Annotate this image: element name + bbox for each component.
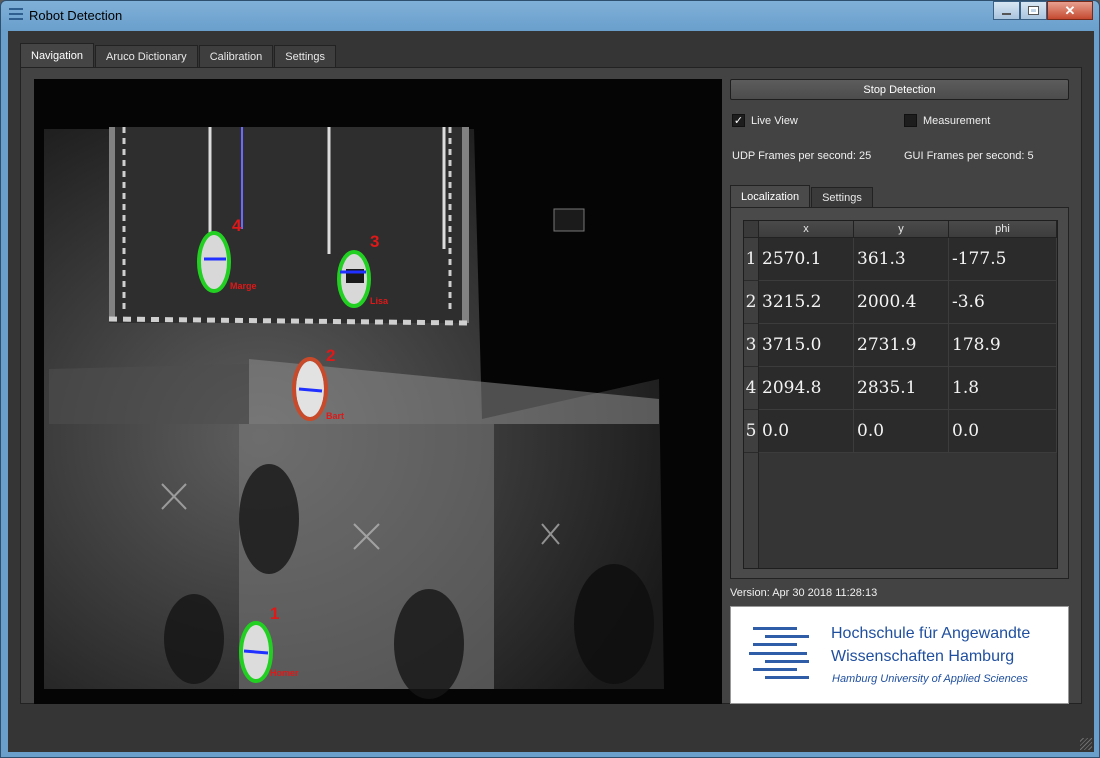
gui-fps-text: GUI Frames per second: 5 [904, 150, 1034, 162]
table-body: 1 2570.1 361.3 -177.5 2 3215.2 2000.4 -3… [744, 238, 1057, 453]
minimize-button[interactable] [993, 1, 1020, 20]
table-header: x y phi [744, 221, 1057, 238]
cell-x[interactable]: 0.0 [759, 410, 854, 453]
maximize-icon [1028, 6, 1039, 15]
tab-sub-settings[interactable]: Settings [811, 187, 873, 207]
row-header[interactable]: 4 [744, 367, 759, 410]
robot-1-name: Homer [270, 668, 299, 678]
cell-y[interactable]: 2731.9 [854, 324, 949, 367]
tab-calibration[interactable]: Calibration [198, 45, 274, 67]
robot-4-name: Marge [230, 281, 257, 291]
haw-logo-icon [749, 627, 811, 685]
logo-line-1: Hochschule für Angewandte [831, 625, 1031, 642]
cell-phi[interactable]: 0.0 [949, 410, 1057, 453]
resize-grip[interactable] [1080, 738, 1092, 750]
column-header-phi[interactable]: phi [949, 221, 1057, 238]
tab-aruco-dictionary[interactable]: Aruco Dictionary [94, 45, 198, 67]
table-row[interactable]: 3 3715.0 2731.9 178.9 [744, 324, 1057, 367]
cell-x[interactable]: 3715.0 [759, 324, 854, 367]
robot-1-number: 1 [270, 604, 279, 623]
logo-line-3: Hamburg University of Applied Sciences [832, 673, 1028, 685]
camera-image: 4 Marge 3 Lisa 2 Bart 1 Homer [34, 79, 722, 704]
cell-phi[interactable]: -3.6 [949, 281, 1057, 324]
row-header[interactable]: 1 [744, 238, 759, 281]
measurement-checkbox[interactable]: Measurement [904, 114, 990, 127]
version-text: Version: Apr 30 2018 11:28:13 [730, 587, 878, 599]
localization-tabs: Localization Settings [730, 185, 874, 207]
localization-pane: x y phi 1 2570.1 361.3 -177.5 2 3215.2 2… [730, 207, 1069, 579]
robot-4-number: 4 [232, 216, 242, 235]
udp-fps-text: UDP Frames per second: 25 [732, 150, 872, 162]
close-icon: ✕ [1064, 2, 1076, 18]
cell-phi[interactable]: 1.8 [949, 367, 1057, 410]
maximize-button[interactable] [1020, 1, 1047, 20]
measurement-box[interactable] [904, 114, 917, 127]
row-header[interactable]: 5 [744, 410, 759, 453]
client-area: Navigation Aruco Dictionary Calibration … [8, 31, 1094, 752]
app-menu-icon[interactable] [9, 8, 23, 24]
cell-y[interactable]: 0.0 [854, 410, 949, 453]
table-row[interactable]: 5 0.0 0.0 0.0 [744, 410, 1057, 453]
title-bar[interactable]: Robot Detection ✕ [1, 1, 1099, 31]
navigation-pane: 4 Marge 3 Lisa 2 Bart 1 Homer Stop Detec… [20, 67, 1082, 704]
cell-x[interactable]: 2094.8 [759, 367, 854, 410]
live-view-checkbox[interactable]: ✓ Live View [732, 114, 798, 127]
table-row[interactable]: 4 2094.8 2835.1 1.8 [744, 367, 1057, 410]
minimize-icon [1002, 12, 1011, 15]
checkmark-icon[interactable]: ✓ [732, 114, 745, 127]
cell-y[interactable]: 2835.1 [854, 367, 949, 410]
column-header-y[interactable]: y [854, 221, 949, 238]
cell-phi[interactable]: -177.5 [949, 238, 1057, 281]
logo-line-2: Wissenschaften Hamburg [831, 648, 1015, 665]
robot-2-number: 2 [326, 346, 335, 365]
row-header-filler [744, 453, 759, 568]
measurement-label: Measurement [923, 114, 991, 127]
close-button[interactable]: ✕ [1047, 1, 1093, 20]
table-row[interactable]: 2 3215.2 2000.4 -3.6 [744, 281, 1057, 324]
university-logo: Hochschule für Angewandte Wissenschaften… [730, 606, 1069, 704]
app-window: Robot Detection ✕ Navigation Aruco Dicti… [0, 0, 1100, 758]
camera-view[interactable]: 4 Marge 3 Lisa 2 Bart 1 Homer [34, 79, 722, 704]
main-tabs: Navigation Aruco Dictionary Calibration … [20, 43, 337, 67]
cell-x[interactable]: 3215.2 [759, 281, 854, 324]
cell-y[interactable]: 361.3 [854, 238, 949, 281]
robot-3-name: Lisa [370, 296, 389, 306]
live-view-label: Live View [751, 114, 798, 127]
window-title: Robot Detection [29, 8, 123, 23]
tab-settings[interactable]: Settings [274, 45, 337, 67]
tab-localization[interactable]: Localization [730, 185, 811, 207]
row-header[interactable]: 2 [744, 281, 759, 324]
localization-table[interactable]: x y phi 1 2570.1 361.3 -177.5 2 3215.2 2… [743, 220, 1058, 569]
cell-y[interactable]: 2000.4 [854, 281, 949, 324]
table-row[interactable]: 1 2570.1 361.3 -177.5 [744, 238, 1057, 281]
cell-phi[interactable]: 178.9 [949, 324, 1057, 367]
row-header[interactable]: 3 [744, 324, 759, 367]
robot-3-number: 3 [370, 232, 379, 251]
window-controls: ✕ [993, 1, 1093, 21]
robot-2-name: Bart [326, 411, 344, 421]
stop-detection-button[interactable]: Stop Detection [730, 79, 1069, 100]
column-header-x[interactable]: x [759, 221, 854, 238]
table-corner[interactable] [744, 221, 759, 238]
tab-navigation[interactable]: Navigation [20, 43, 94, 67]
cell-x[interactable]: 2570.1 [759, 238, 854, 281]
